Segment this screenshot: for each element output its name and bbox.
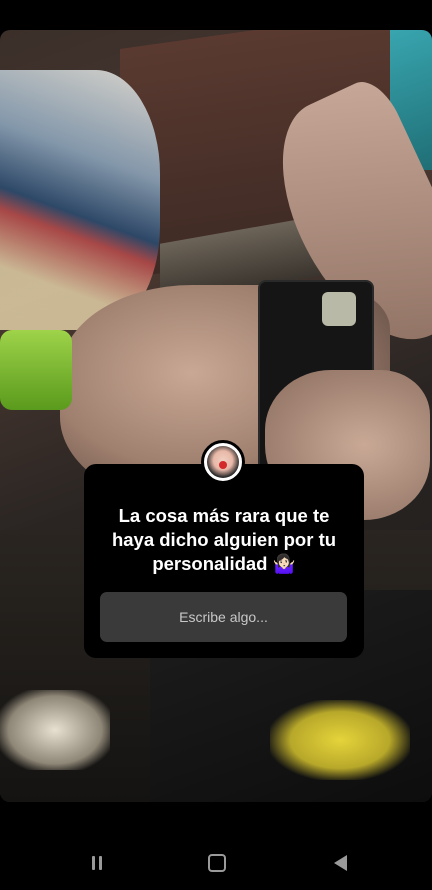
phone-sticker bbox=[322, 292, 356, 326]
home-button[interactable] bbox=[202, 848, 232, 878]
recents-icon bbox=[90, 856, 104, 870]
photo-green-bottle bbox=[0, 330, 72, 410]
recents-button[interactable] bbox=[82, 848, 112, 878]
photo-clothes-pile bbox=[0, 70, 160, 330]
photo-cream-object bbox=[0, 690, 110, 770]
story-background-photo bbox=[0, 30, 432, 802]
photo-yellow-object bbox=[270, 700, 410, 780]
back-button[interactable] bbox=[325, 848, 355, 878]
answer-input[interactable] bbox=[100, 592, 347, 642]
question-prompt: La cosa más rara que te haya dicho algui… bbox=[111, 505, 337, 574]
home-icon bbox=[208, 854, 226, 872]
user-avatar-icon bbox=[201, 440, 245, 484]
back-icon bbox=[333, 855, 347, 871]
avatar-clown-nose bbox=[219, 461, 227, 469]
system-navigation-bar bbox=[0, 820, 432, 890]
